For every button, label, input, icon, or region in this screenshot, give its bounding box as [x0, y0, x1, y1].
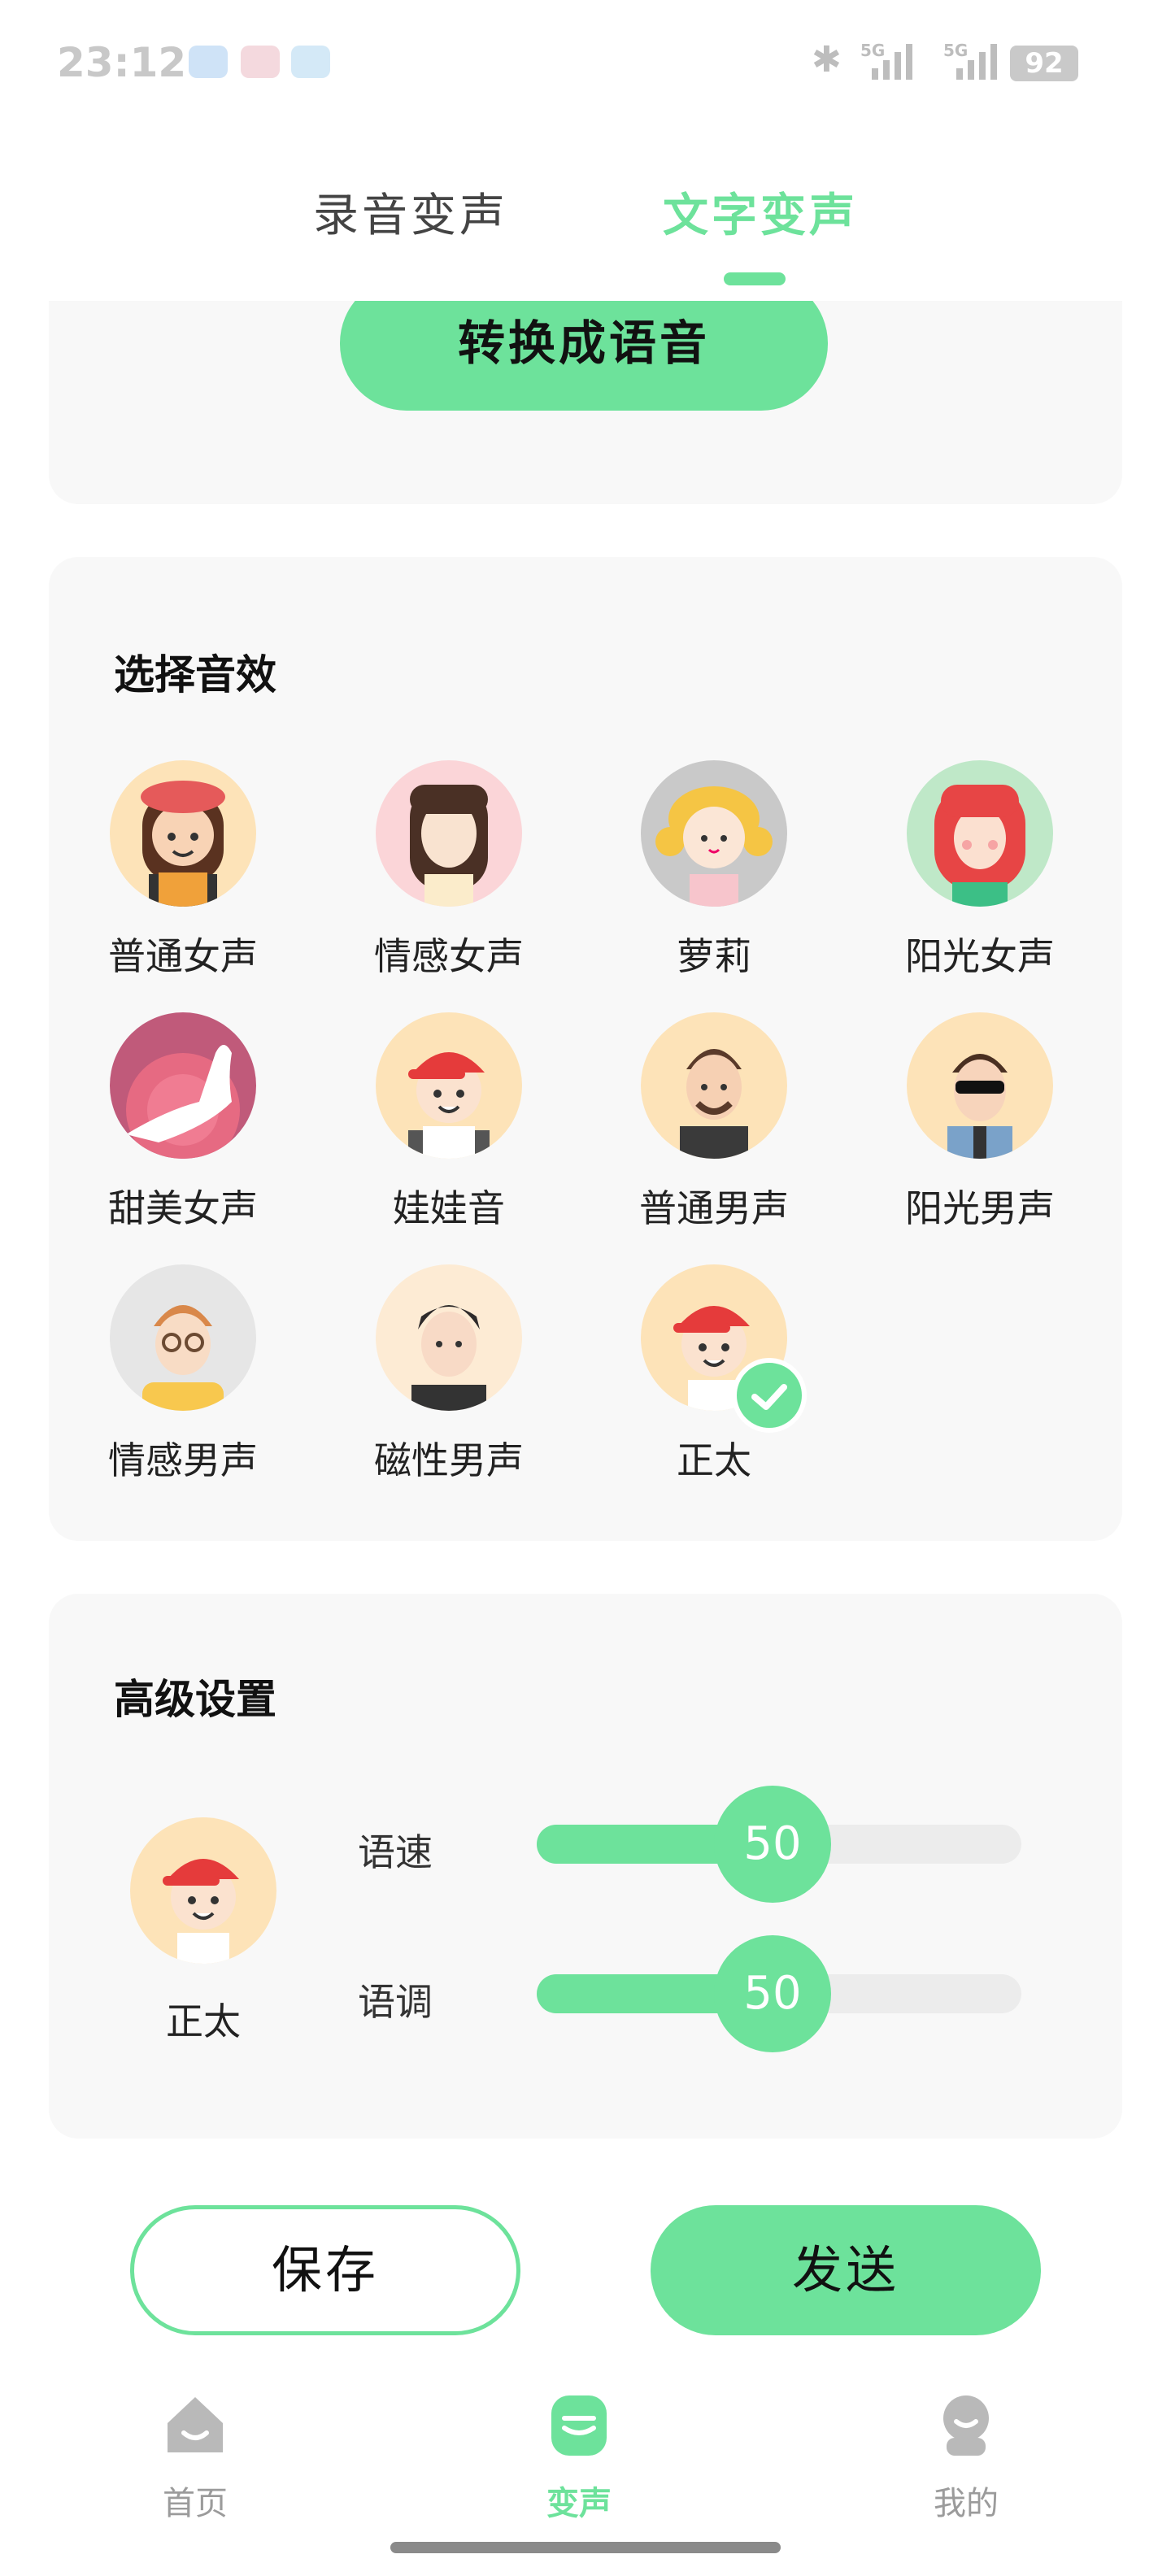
home-indicator — [390, 2542, 781, 2553]
voice-option[interactable]: 萝莉 — [592, 760, 836, 996]
voice-option-label: 普通男声 — [639, 1186, 789, 1230]
home-icon — [168, 2397, 223, 2452]
status-bar: 23:12 ✱ 5G 5G 92 — [0, 0, 1171, 122]
status-time: 23:12 — [57, 39, 187, 86]
voice-option[interactable]: 普通女声 — [61, 760, 305, 996]
app-notification-icon — [189, 46, 228, 78]
battery-indicator: 92 — [1010, 46, 1078, 81]
voice-option[interactable]: 普通男声 — [592, 1012, 836, 1248]
active-tab-indicator — [724, 272, 786, 285]
speed-slider-thumb[interactable]: 50 — [714, 1786, 831, 1903]
avatar-female-long-hair-icon — [376, 760, 522, 907]
tab-record-voice-change[interactable]: 录音变声 — [313, 179, 508, 245]
avatar-female-silhouette-icon — [110, 1012, 256, 1159]
app-notification-icon — [241, 46, 280, 78]
voice-option-label: 阳光女声 — [905, 934, 1055, 978]
status-area-bg — [0, 122, 1171, 163]
voice-option[interactable]: 阳光男声 — [858, 1012, 1102, 1248]
avatar-male-dark-hair-icon — [376, 1264, 522, 1411]
speed-label: 语速 — [358, 1830, 433, 1874]
mode-tabs: 录音变声 文字变声 — [0, 163, 1171, 301]
nav-home[interactable]: 首页 — [114, 2391, 276, 2524]
nav-mine[interactable]: 我的 — [885, 2391, 1047, 2524]
profile-icon — [943, 2395, 989, 2456]
avatar-male-beard-icon — [641, 1012, 787, 1159]
voice-option[interactable]: 磁性男声 — [327, 1264, 571, 1500]
voice-option-label: 阳光男声 — [905, 1186, 1055, 1230]
voice-option-label: 情感男声 — [108, 1438, 258, 1482]
voice-option-label: 正太 — [677, 1438, 751, 1482]
avatar-kid-red-cap-icon — [376, 1012, 522, 1159]
voice-change-icon — [551, 2395, 607, 2456]
voice-option[interactable]: 情感男声 — [61, 1264, 305, 1500]
selected-check-icon — [732, 1358, 807, 1433]
avatar-girl-blonde-icon — [641, 760, 787, 907]
nav-home-label: 首页 — [163, 2485, 228, 2522]
advanced-settings-title: 高级设置 — [114, 1676, 276, 1723]
voice-option-label: 甜美女声 — [108, 1186, 258, 1230]
bluetooth-icon: ✱ — [812, 39, 842, 80]
selected-voice-avatar-icon — [130, 1817, 276, 1964]
voice-option[interactable]: 甜美女声 — [61, 1012, 305, 1248]
nav-mine-label: 我的 — [934, 2485, 999, 2522]
nav-voice-change-label: 变声 — [546, 2485, 612, 2522]
pitch-label: 语调 — [358, 1980, 433, 2024]
network-label: 5G — [860, 41, 886, 60]
voice-option[interactable]: 阳光女声 — [858, 760, 1102, 996]
network-label: 5G — [943, 41, 969, 60]
voice-option-label: 磁性男声 — [374, 1438, 524, 1482]
avatar-male-glasses-icon — [110, 1264, 256, 1411]
tab-text-voice-change[interactable]: 文字变声 — [663, 179, 858, 245]
voice-option-label: 萝莉 — [677, 934, 751, 978]
save-button[interactable]: 保存 — [130, 2205, 520, 2335]
voice-option[interactable]: 娃娃音 — [327, 1012, 571, 1248]
app-notification-icon — [291, 46, 330, 78]
pitch-slider-thumb[interactable]: 50 — [714, 1935, 831, 2052]
voice-option-label: 情感女声 — [374, 934, 524, 978]
avatar-male-sunglasses-icon — [907, 1012, 1053, 1159]
voice-option-label: 普通女声 — [108, 934, 258, 978]
selected-voice-name: 正太 — [166, 1999, 241, 2043]
voice-effects-title: 选择音效 — [114, 651, 276, 698]
nav-voice-change[interactable]: 变声 — [498, 2391, 660, 2524]
avatar-female-beret-icon — [110, 760, 256, 907]
avatar-female-red-hair-icon — [907, 760, 1053, 907]
voice-option-label: 娃娃音 — [393, 1186, 505, 1230]
send-button[interactable]: 发送 — [651, 2205, 1041, 2335]
voice-option[interactable]: 情感女声 — [327, 760, 571, 996]
